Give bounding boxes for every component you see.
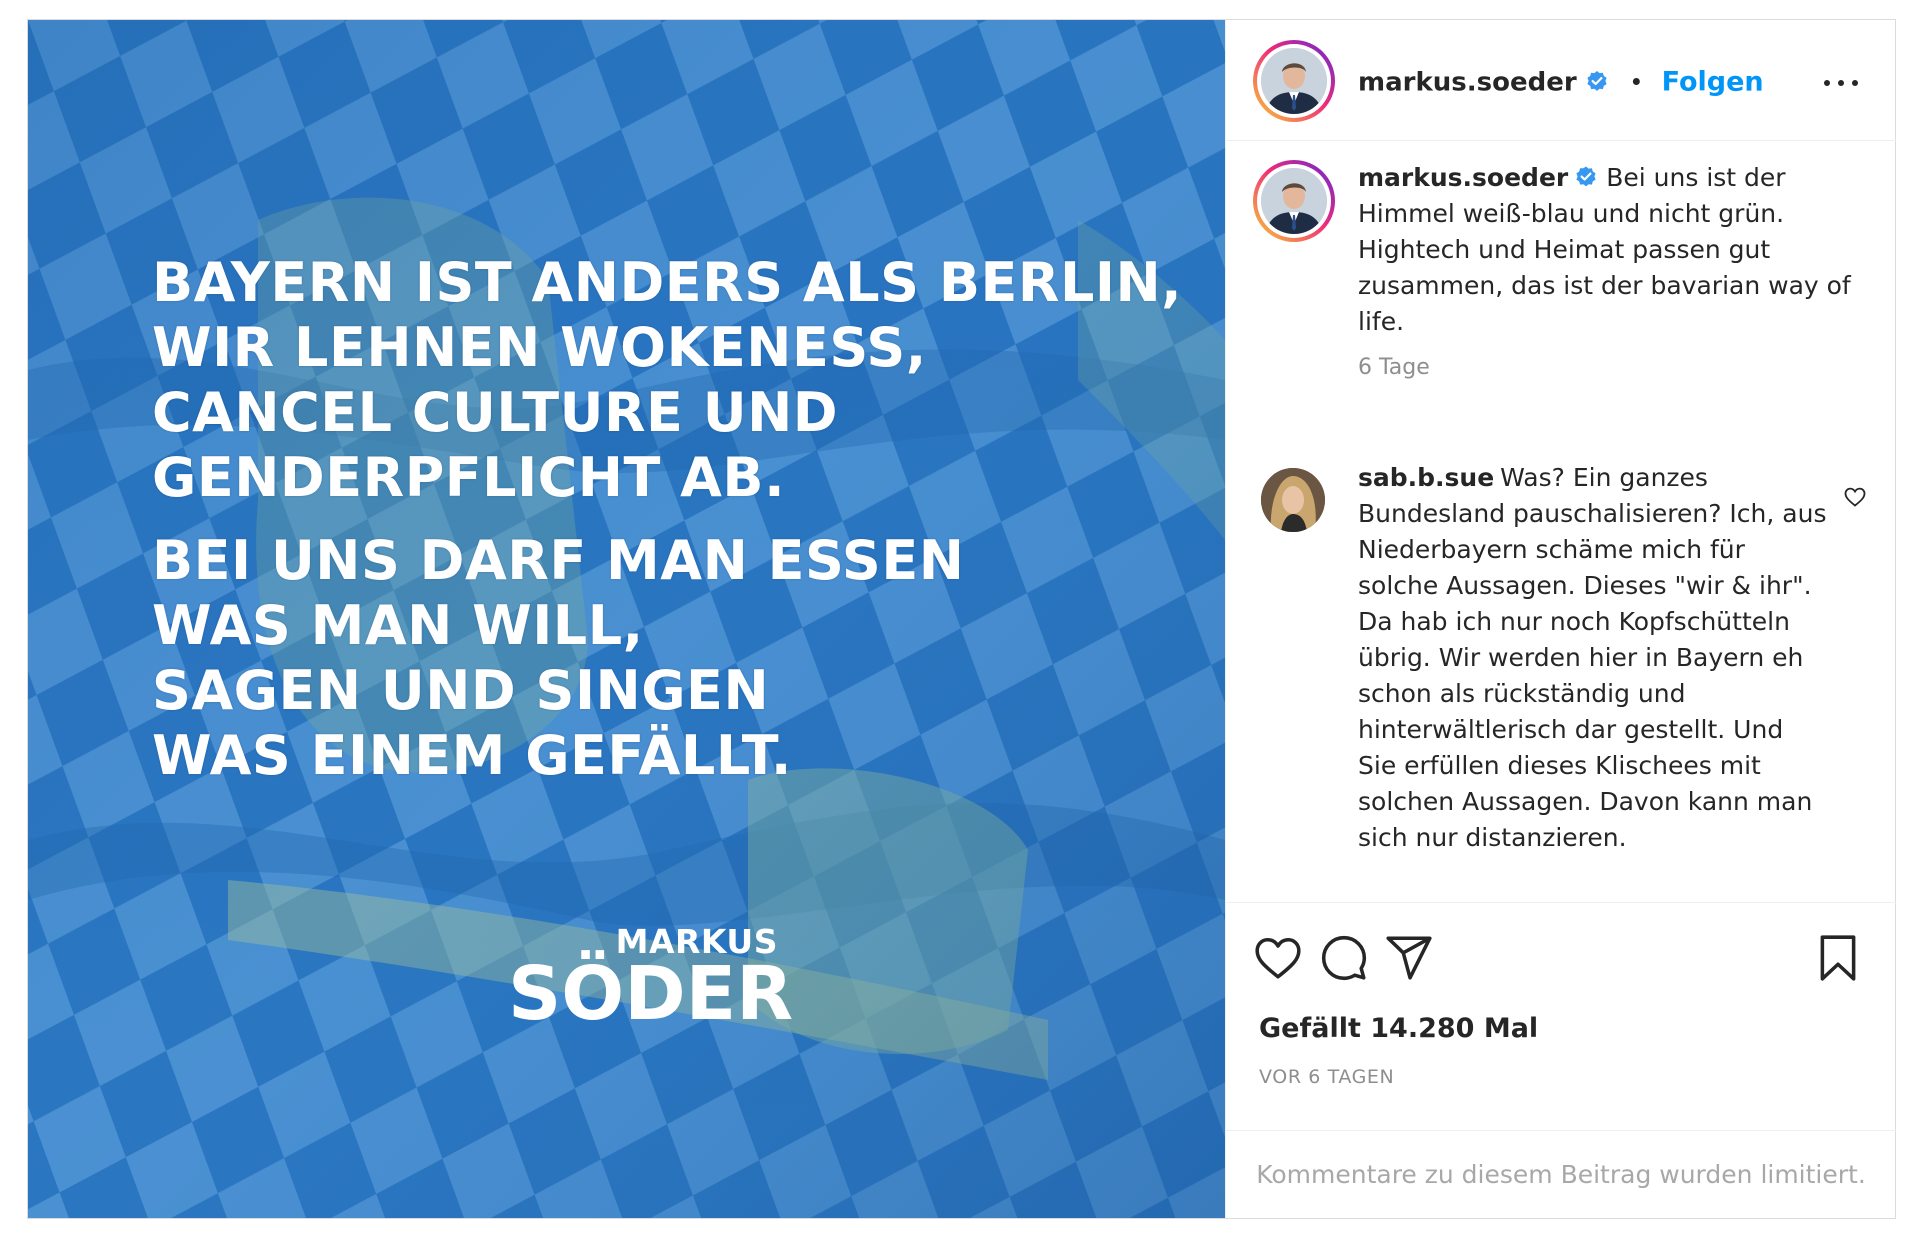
caption-avatar[interactable] [1253,160,1335,242]
caption-text-block: markus.soeder Bei uns ist der Himmel wei… [1358,160,1858,386]
verified-badge-icon [1576,166,1596,187]
post-actions: Gefällt 14.280 Mal VOR 6 TAGEN [1226,902,1896,1132]
overlay-paragraph-2: BEI UNS DARF MAN ESSEN WAS MAN WILL, SAG… [152,528,1202,788]
more-dot [1824,80,1830,86]
person-portrait-icon [1261,468,1325,532]
comment-like-heart-icon[interactable] [1843,485,1867,509]
header-separator: • [1629,68,1644,97]
more-options-icon[interactable] [1824,78,1858,88]
post-sidebar: markus.soeder • Folgen markus.soeder Bei… [1225,20,1896,1218]
overlay-line: WIR LEHNEN WOKENESS, [152,316,927,379]
person-portrait-icon [1261,168,1327,234]
follow-button[interactable]: Folgen [1662,67,1764,98]
post-image-text: BAYERN IST ANDERS ALS BERLIN, WIR LEHNEN… [152,250,1202,806]
heart-icon[interactable] [1253,933,1303,983]
person-portrait-icon [1261,48,1327,114]
overlay-line: CANCEL CULTURE UND [152,381,839,444]
instagram-post: BAYERN IST ANDERS ALS BERLIN, WIR LEHNEN… [27,19,1896,1219]
likes-count[interactable]: Gefällt 14.280 Mal [1259,1013,1538,1044]
overlay-line: GENDERPFLICHT AB. [152,446,786,509]
verified-badge-icon [1587,71,1607,91]
comment-text-block: sab.b.sue Was? Ein ganzes Bundesland paus… [1358,460,1828,856]
signature-logo: MARKUS SÖDER [508,925,794,1037]
more-dot [1852,80,1858,86]
commenter-username[interactable]: sab.b.sue [1358,463,1494,492]
avatar-photo [1261,48,1327,114]
overlay-paragraph-1: BAYERN IST ANDERS ALS BERLIN, WIR LEHNEN… [152,250,1202,510]
overlay-line: WAS EINEM GEFÄLLT. [152,724,792,787]
comments-limited-notice: Kommentare zu diesem Beitrag wurden limi… [1226,1130,1896,1218]
overlay-line: SAGEN UND SINGEN [152,659,770,722]
commenter-avatar[interactable] [1261,468,1325,532]
share-icon[interactable] [1384,933,1434,983]
comment-text: Was? Ein ganzes Bundesland pauschalisier… [1358,463,1827,852]
author-avatar[interactable] [1253,40,1335,122]
avatar-photo [1261,168,1327,234]
post-header: markus.soeder • Folgen [1226,20,1896,141]
post-image[interactable]: BAYERN IST ANDERS ALS BERLIN, WIR LEHNEN… [28,20,1225,1218]
bookmark-icon[interactable] [1813,933,1863,983]
author-username[interactable]: markus.soeder [1358,68,1577,98]
overlay-line: WAS MAN WILL, [152,594,644,657]
comment-icon[interactable] [1319,933,1369,983]
signature-last-name: SÖDER [508,951,794,1037]
more-dot [1838,80,1844,86]
caption-timestamp[interactable]: 6 Tage [1358,350,1858,386]
caption-username[interactable]: markus.soeder [1358,163,1568,192]
overlay-line: BEI UNS DARF MAN ESSEN [152,529,965,592]
overlay-line: BAYERN IST ANDERS ALS BERLIN, [152,251,1183,314]
post-date[interactable]: VOR 6 TAGEN [1259,1066,1394,1088]
header-name-row: markus.soeder • Folgen [1358,67,1764,98]
